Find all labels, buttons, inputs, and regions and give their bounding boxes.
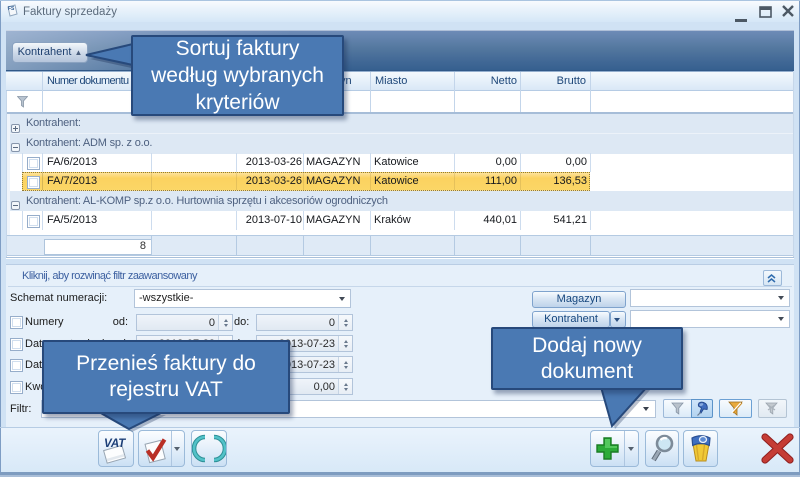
svg-text:FS: FS (8, 6, 15, 12)
